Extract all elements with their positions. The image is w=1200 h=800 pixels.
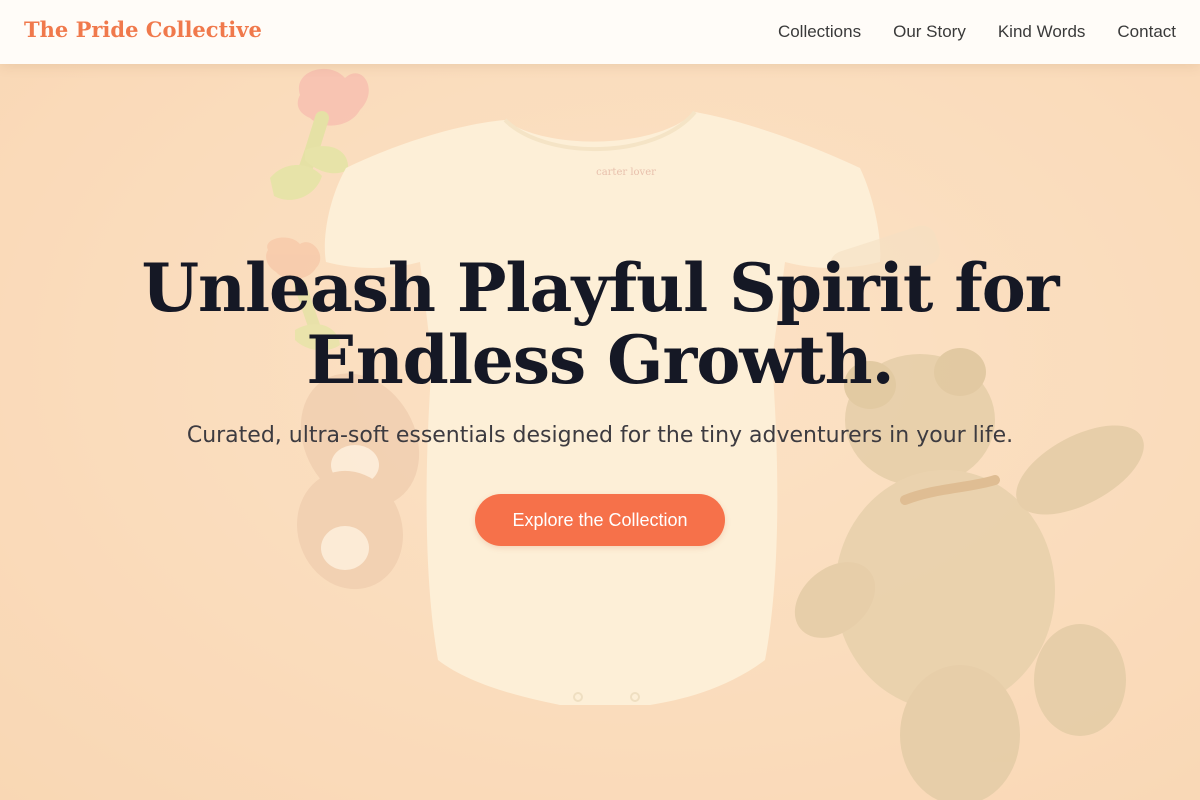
brand-logo[interactable]: The Pride Collective — [24, 17, 262, 42]
main-nav: Collections Our Story Kind Words Contact — [778, 0, 1176, 64]
page: carter lover The Pride Collective Collec… — [0, 0, 1200, 800]
nav-kind-words[interactable]: Kind Words — [998, 22, 1086, 42]
explore-collection-button[interactable]: Explore the Collection — [475, 494, 725, 546]
nav-our-story[interactable]: Our Story — [893, 22, 966, 42]
nav-contact[interactable]: Contact — [1117, 22, 1176, 42]
nav-collections[interactable]: Collections — [778, 22, 861, 42]
hero-subtitle: Curated, ultra-soft essentials designed … — [186, 423, 1014, 448]
hero-section: Unleash Playful Spirit for Endless Growt… — [0, 0, 1200, 800]
site-header: The Pride Collective Collections Our Sto… — [0, 0, 1200, 64]
hero-title: Unleash Playful Spirit for Endless Growt… — [141, 249, 1059, 399]
